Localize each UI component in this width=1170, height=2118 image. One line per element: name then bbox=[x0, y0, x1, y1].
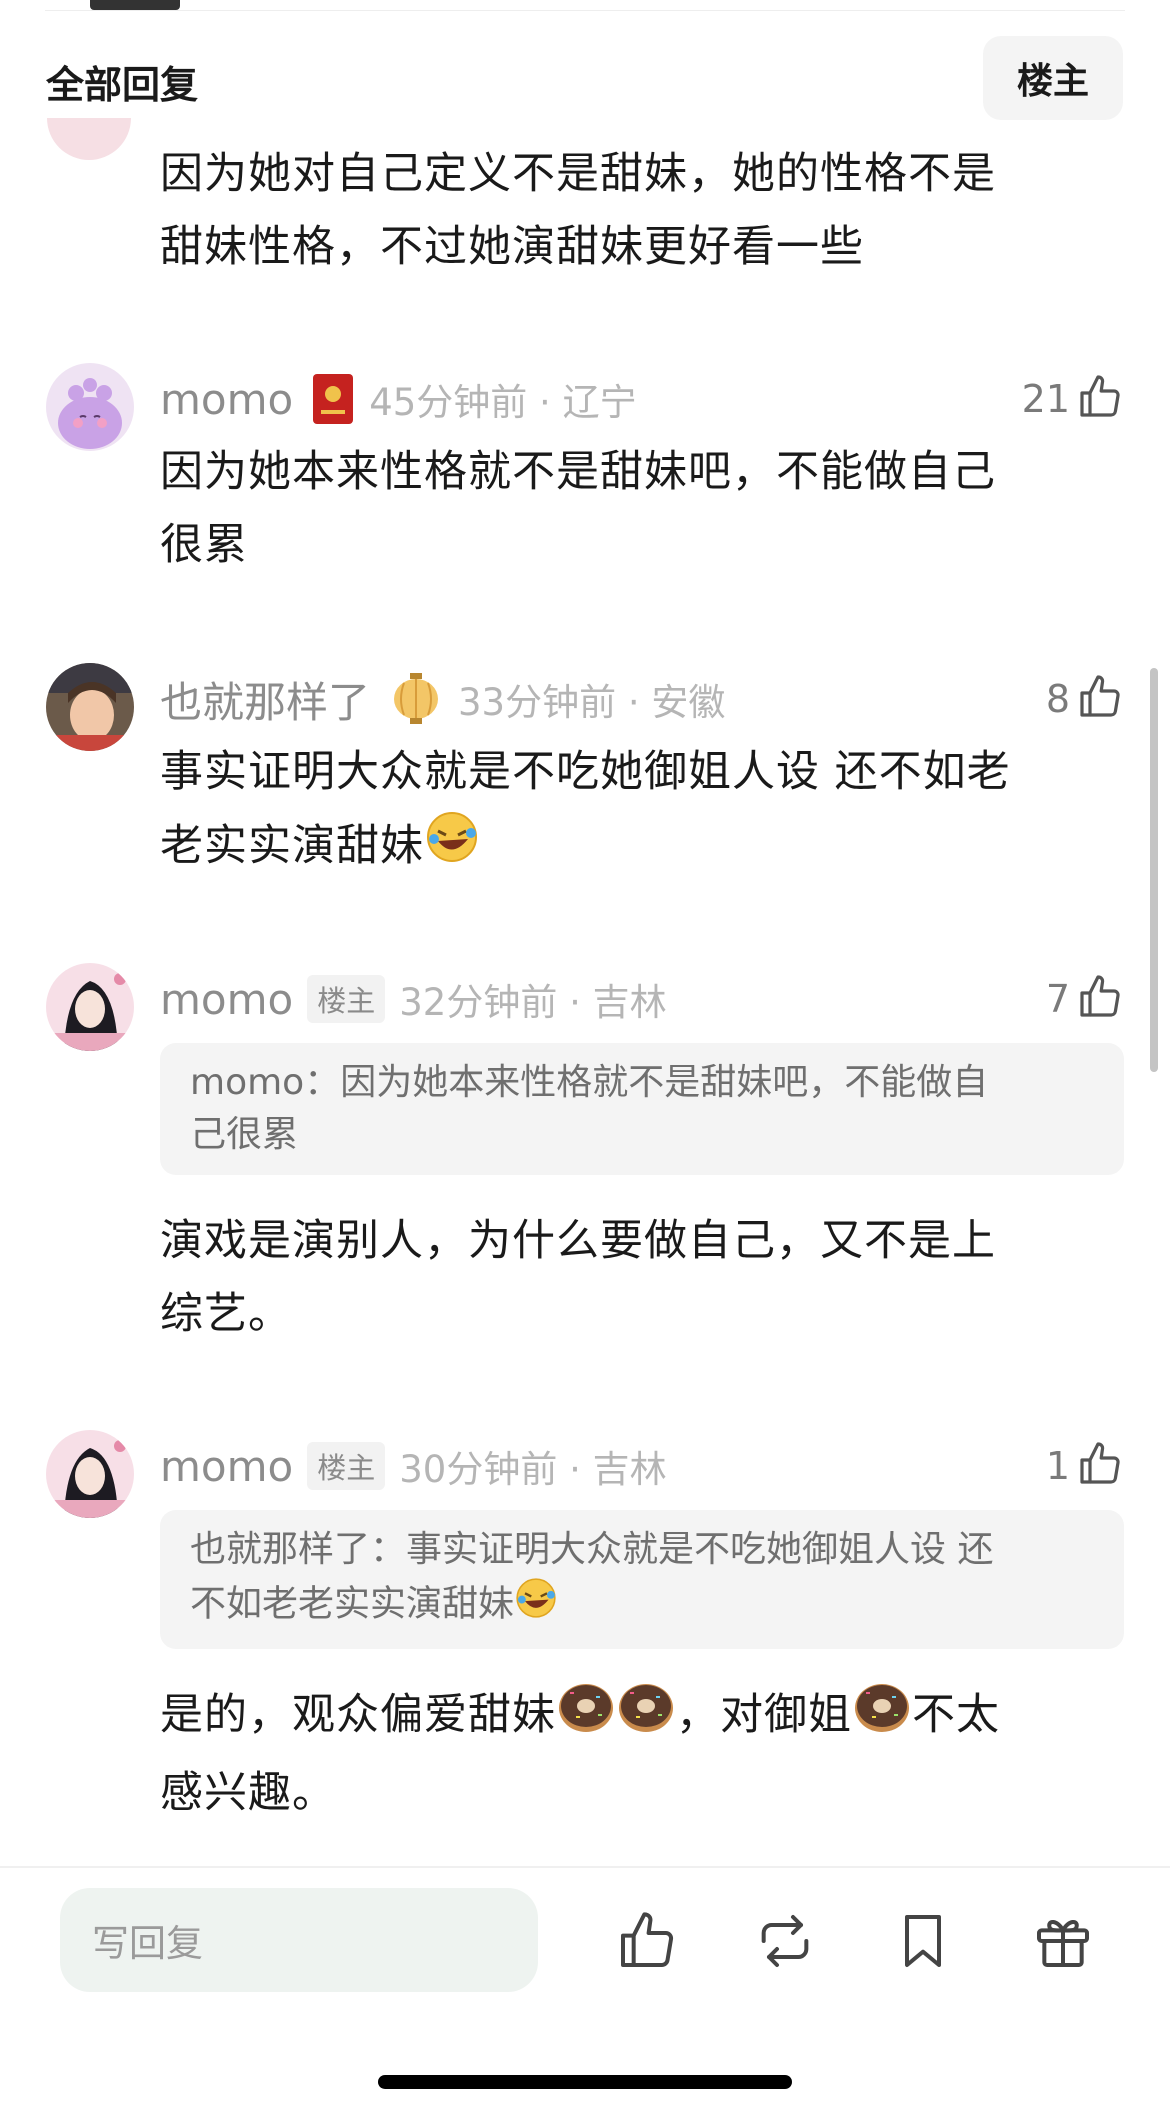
time-location: 30分钟前 · 吉林 bbox=[399, 1448, 667, 1491]
like-count: 21 bbox=[1021, 377, 1070, 421]
bookmark-icon[interactable] bbox=[888, 1906, 958, 1976]
like-count: 8 bbox=[1045, 677, 1070, 721]
comment-line: 感兴趣。 bbox=[160, 1768, 336, 1818]
tab-indicator bbox=[90, 0, 180, 10]
quote-line: momo：因为她本来性格就不是甜妹吧，不能做自 bbox=[190, 1062, 989, 1103]
comment-meta: momo 楼主 32分钟前 · 吉林 bbox=[160, 969, 667, 1029]
username[interactable]: momo bbox=[160, 975, 293, 1024]
bottom-divider bbox=[0, 1866, 1170, 1868]
quote-line: 己很累 bbox=[190, 1114, 299, 1155]
comment-line-text: 老实实演甜妹 bbox=[160, 821, 424, 871]
comment-meta: momo 45分钟前 · 辽宁 bbox=[160, 369, 637, 429]
thumbs-up-icon bbox=[1076, 973, 1124, 1025]
comment-line: 老实实演甜妹 bbox=[160, 809, 1100, 888]
quote-line-text: 不如老老实实演甜妹 bbox=[190, 1583, 515, 1625]
reply-input[interactable]: 写回复 bbox=[60, 1888, 538, 1992]
comment-text: 演戏是演别人，为什么要做自己，又不是上 综艺。 bbox=[160, 1205, 1100, 1351]
gift-icon[interactable] bbox=[1028, 1906, 1098, 1976]
avatar[interactable] bbox=[46, 1430, 134, 1518]
donut-emoji-icon bbox=[616, 1678, 676, 1757]
thumbs-up-icon bbox=[1076, 373, 1124, 425]
scrollbar[interactable] bbox=[1150, 668, 1158, 1072]
like-count: 1 bbox=[1045, 1444, 1070, 1488]
comment-line: 事实证明大众就是不吃她御姐人设 还不如老 bbox=[160, 747, 1011, 797]
comment-text: 事实证明大众就是不吃她御姐人设 还不如老 老实实演甜妹 bbox=[160, 736, 1100, 888]
comment-line: 因为她对自己定义不是甜妹，她的性格不是 bbox=[160, 149, 996, 199]
thumbs-up-icon bbox=[1076, 673, 1124, 725]
like-button[interactable]: 8 bbox=[1046, 669, 1124, 729]
like-button[interactable]: 7 bbox=[1046, 969, 1124, 1029]
op-only-filter-button[interactable]: 楼主 bbox=[983, 36, 1123, 120]
red-envelope-badge-icon bbox=[311, 372, 355, 426]
like-button[interactable]: 1 bbox=[1046, 1436, 1124, 1496]
top-divider bbox=[45, 10, 1125, 11]
quoted-reply[interactable]: 也就那样了：事实证明大众就是不吃她御姐人设 还 不如老老实实演甜妹 bbox=[160, 1510, 1124, 1649]
laughing-emoji-icon bbox=[514, 1576, 558, 1635]
comment-line-text: 不太 bbox=[912, 1690, 1000, 1740]
home-indicator bbox=[378, 2075, 792, 2089]
comment-meta: momo 楼主 30分钟前 · 吉林 bbox=[160, 1436, 667, 1496]
replies-header: 全部回复 楼主 bbox=[0, 36, 1170, 120]
op-tag: 楼主 bbox=[307, 975, 386, 1023]
comment-line: 很累 bbox=[160, 520, 248, 570]
username[interactable]: momo bbox=[160, 1442, 293, 1491]
comment-line: 演戏是演别人，为什么要做自己，又不是上 bbox=[160, 1216, 996, 1266]
quote-line: 也就那样了：事实证明大众就是不吃她御姐人设 还 bbox=[190, 1529, 994, 1570]
time-location: 45分钟前 · 辽宁 bbox=[369, 381, 637, 424]
op-tag: 楼主 bbox=[307, 1442, 386, 1490]
avatar[interactable] bbox=[46, 363, 134, 451]
comment-line: 因为她本来性格就不是甜妹吧，不能做自己 bbox=[160, 447, 996, 497]
like-count: 7 bbox=[1045, 977, 1070, 1021]
comment-line: 是的，观众偏爱甜妹 ，对御姐 不太 bbox=[160, 1678, 1100, 1757]
quote-line: 不如老老实实演甜妹 bbox=[190, 1576, 1094, 1635]
lantern-badge-icon bbox=[388, 671, 444, 727]
comment-text: 是的，观众偏爱甜妹 ，对御姐 不太 感兴趣。 bbox=[160, 1678, 1100, 1830]
like-button[interactable]: 21 bbox=[1022, 369, 1124, 429]
comment-text: 因为她对自己定义不是甜妹，她的性格不是 甜妹性格，不过她演甜妹更好看一些 bbox=[160, 138, 1100, 284]
avatar[interactable] bbox=[46, 663, 134, 751]
donut-emoji-icon bbox=[852, 1678, 912, 1757]
thumbs-up-icon bbox=[1076, 1440, 1124, 1492]
comment-line: 甜妹性格，不过她演甜妹更好看一些 bbox=[160, 222, 864, 272]
laughing-emoji-icon bbox=[424, 809, 480, 888]
comment-line: 综艺。 bbox=[160, 1289, 292, 1339]
reply-placeholder: 写回复 bbox=[92, 1922, 203, 1965]
username[interactable]: momo bbox=[160, 375, 293, 424]
page-title: 全部回复 bbox=[46, 63, 199, 107]
avatar[interactable] bbox=[47, 118, 131, 160]
comment-text: 因为她本来性格就不是甜妹吧，不能做自己 很累 bbox=[160, 436, 1100, 582]
avatar[interactable] bbox=[46, 963, 134, 1051]
time-location: 33分钟前 · 安徽 bbox=[458, 681, 726, 724]
repost-icon[interactable] bbox=[750, 1906, 820, 1976]
like-icon[interactable] bbox=[612, 1906, 682, 1976]
comment-meta: 也就那样了 33分钟前 · 安徽 bbox=[160, 669, 725, 729]
time-location: 32分钟前 · 吉林 bbox=[399, 981, 667, 1024]
comment-line-text: ，对御姐 bbox=[676, 1690, 852, 1740]
quoted-reply[interactable]: momo：因为她本来性格就不是甜妹吧，不能做自 己很累 bbox=[160, 1043, 1124, 1175]
donut-emoji-icon bbox=[556, 1678, 616, 1757]
comment-line-text: 是的，观众偏爱甜妹 bbox=[160, 1690, 556, 1740]
username[interactable]: 也就那样了 bbox=[160, 669, 370, 730]
